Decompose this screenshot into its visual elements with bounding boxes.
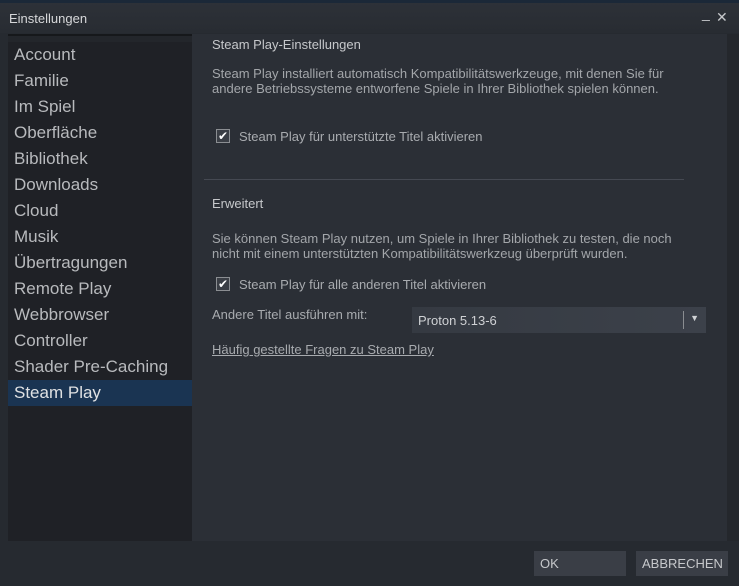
steam-play-panel: Steam Play-Einstellungen Steam Play inst…	[192, 34, 727, 541]
sidebar-item-cloud[interactable]: Cloud	[8, 198, 192, 224]
window-title: Einstellungen	[9, 11, 88, 26]
section-title-steam-play: Steam Play-Einstellungen	[212, 37, 361, 52]
minimize-button[interactable]: _	[702, 5, 710, 21]
close-button[interactable]: ✕	[716, 9, 728, 26]
sidebar-item-shader-pre-caching[interactable]: Shader Pre-Caching	[8, 354, 192, 380]
checkbox-all-titles-label[interactable]: Steam Play für alle anderen Titel aktivi…	[239, 277, 486, 292]
sidebar-item-familie[interactable]: Familie	[8, 68, 192, 94]
sidebar-item-bibliothek[interactable]: Bibliothek	[8, 146, 192, 172]
section-divider	[204, 179, 684, 180]
checkbox-supported-titles[interactable]: ✔	[216, 129, 230, 143]
dropdown-separator	[683, 311, 684, 329]
sidebar-item-controller[interactable]: Controller	[8, 328, 192, 354]
scrollbar[interactable]	[727, 34, 739, 541]
sidebar-item-im-spiel[interactable]: Im Spiel	[8, 94, 192, 120]
sidebar-item-downloads[interactable]: Downloads	[8, 172, 192, 198]
section-title-advanced: Erweitert	[212, 196, 264, 211]
checkbox-supported-titles-label[interactable]: Steam Play für unterstützte Titel aktivi…	[239, 129, 483, 144]
chevron-down-icon: ▼	[690, 313, 699, 323]
title-bar: Einstellungen _ ✕	[0, 3, 739, 33]
settings-sidebar: Account Familie Im Spiel Oberfläche Bibl…	[8, 34, 192, 541]
faq-link[interactable]: Häufig gestellte Fragen zu Steam Play	[212, 342, 434, 357]
checkbox-all-titles[interactable]: ✔	[216, 277, 230, 291]
cancel-button[interactable]: ABBRECHEN	[636, 551, 728, 576]
ok-button[interactable]: OK	[534, 551, 626, 576]
dropdown-value: Proton 5.13-6	[418, 313, 497, 328]
sidebar-item-remote-play[interactable]: Remote Play	[8, 276, 192, 302]
sidebar-item-uebertragungen[interactable]: Übertragungen	[8, 250, 192, 276]
compatibility-tool-dropdown[interactable]: Proton 5.13-6 ▼	[412, 307, 706, 333]
sidebar-item-account[interactable]: Account	[8, 42, 192, 68]
sidebar-item-webbrowser[interactable]: Webbrowser	[8, 302, 192, 328]
sidebar-item-musik[interactable]: Musik	[8, 224, 192, 250]
section-description-steam-play: Steam Play installiert automatisch Kompa…	[212, 66, 664, 96]
section-description-advanced: Sie können Steam Play nutzen, um Spiele …	[212, 231, 672, 261]
sidebar-item-oberflaeche[interactable]: Oberfläche	[8, 120, 192, 146]
sidebar-item-steam-play[interactable]: Steam Play	[8, 380, 192, 406]
